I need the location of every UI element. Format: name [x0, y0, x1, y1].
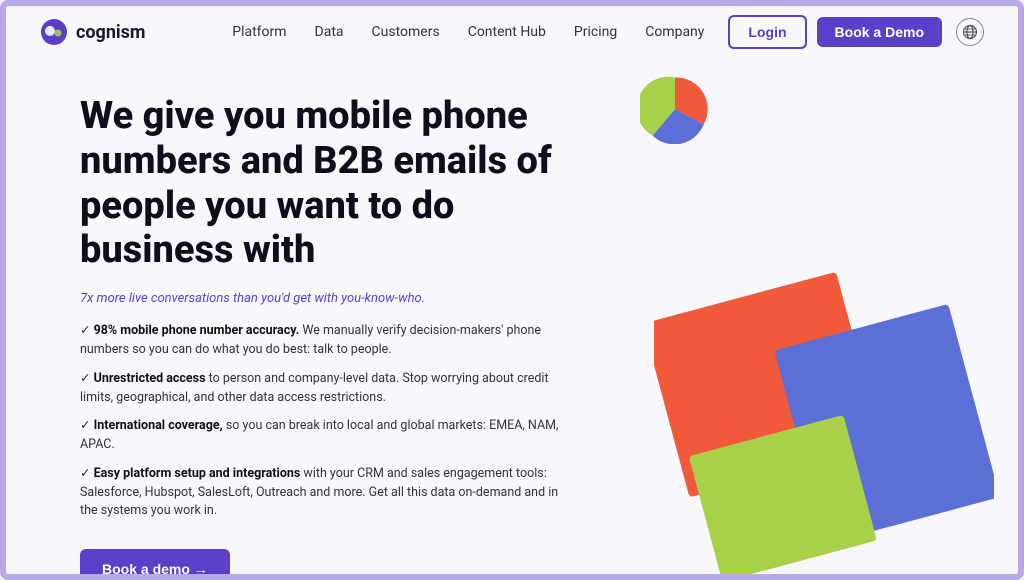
nav-company[interactable]: Company: [645, 24, 704, 40]
login-button[interactable]: Login: [728, 15, 806, 49]
nav-customers[interactable]: Customers: [372, 24, 440, 40]
globe-icon: [962, 24, 978, 40]
hero-tagline: 7x more live conversations than you'd ge…: [80, 291, 560, 306]
nav-content-hub[interactable]: Content Hub: [468, 24, 546, 40]
hero-left: We give you mobile phone numbers and B2B…: [80, 84, 560, 560]
nav-links: Platform Data Customers Content Hub Pric…: [232, 24, 704, 40]
chart-large: [654, 260, 994, 580]
pie-chart-small: [640, 74, 710, 144]
feature-item-2: ✓ Unrestricted access to person and comp…: [80, 370, 560, 408]
nav-platform[interactable]: Platform: [232, 24, 286, 40]
book-demo-hero-button[interactable]: Book a demo →: [80, 549, 230, 580]
nav-pricing[interactable]: Pricing: [574, 24, 617, 40]
feature-item-1: ✓ 98% mobile phone number accuracy. We m…: [80, 322, 560, 360]
nav-actions: Login Book a Demo: [728, 15, 984, 49]
logo-text: cognism: [76, 22, 146, 43]
nav-data[interactable]: Data: [315, 24, 344, 40]
feature-item-3: ✓ International coverage, so you can bre…: [80, 417, 560, 455]
hero-headline: We give you mobile phone numbers and B2B…: [80, 94, 560, 273]
logo-icon: [40, 18, 68, 46]
logo[interactable]: cognism: [40, 18, 146, 46]
feature-item-4: ✓ Easy platform setup and integrations w…: [80, 465, 560, 521]
book-demo-nav-button[interactable]: Book a Demo: [817, 17, 942, 47]
hero-section: We give you mobile phone numbers and B2B…: [0, 64, 1024, 580]
language-selector[interactable]: [956, 18, 984, 46]
hero-right: [560, 84, 964, 560]
features-list: ✓ 98% mobile phone number accuracy. We m…: [80, 322, 560, 521]
